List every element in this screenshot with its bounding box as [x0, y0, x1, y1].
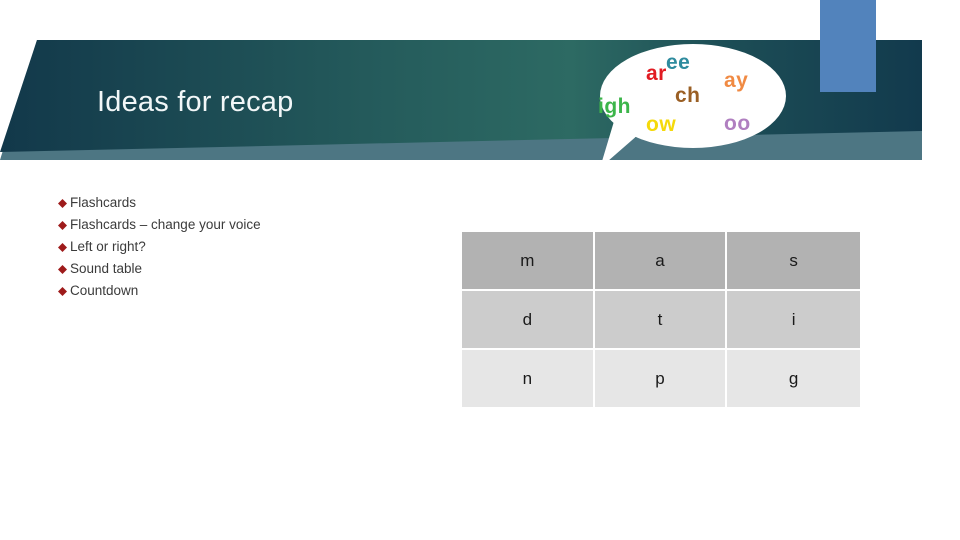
diamond-bullet-icon — [36, 258, 70, 274]
table-cell-d[interactable]: d — [462, 291, 595, 350]
list-item-label: Sound table — [70, 261, 143, 276]
table-cell-t[interactable]: t — [594, 291, 728, 350]
table-cell-a[interactable]: a — [594, 232, 728, 291]
bullet-list: Flashcards Flashcards – change your voice… — [36, 192, 436, 302]
sound-table-body: masdtinpg — [462, 232, 860, 407]
table-cell-i[interactable]: i — [727, 291, 860, 350]
diamond-bullet-icon — [36, 192, 70, 208]
table-row: mas — [462, 232, 860, 291]
page-title: Ideas for recap — [97, 86, 294, 118]
phonics-word-oo: oo — [724, 112, 751, 135]
phonics-word-ay: ay — [724, 69, 749, 92]
list-item: Left or right? — [36, 236, 436, 258]
phonics-word-ee: ee — [666, 51, 691, 74]
phonics-word-ch: ch — [675, 84, 701, 107]
accent-block — [820, 0, 876, 92]
list-item: Flashcards — [36, 192, 436, 214]
list-item-label: Left or right? — [70, 239, 146, 254]
diamond-bullet-icon — [36, 214, 70, 230]
diamond-bullet-icon — [36, 280, 70, 296]
list-item-label: Flashcards — [70, 195, 137, 210]
table-cell-s[interactable]: s — [727, 232, 860, 291]
table-cell-n[interactable]: n — [462, 350, 595, 407]
phonics-word-ow: ow — [646, 113, 677, 136]
list-item: Sound table — [36, 258, 436, 280]
slide-canvas: Ideas for recap ar ee ay igh ch ow oo Flashcar… — [0, 0, 960, 540]
table-row: npg — [462, 350, 860, 407]
phonics-word-ar: ar — [646, 62, 667, 85]
list-item: Countdown — [36, 280, 436, 302]
table-cell-m[interactable]: m — [462, 232, 595, 291]
sound-table: masdtinpg — [462, 232, 860, 407]
table-cell-p[interactable]: p — [594, 350, 728, 407]
list-item-label: Flashcards – change your voice — [70, 217, 261, 232]
diamond-bullet-icon — [36, 236, 70, 252]
phonics-word-igh: igh — [598, 95, 631, 118]
table-cell-g[interactable]: g — [727, 350, 860, 407]
list-item-label: Countdown — [70, 283, 139, 298]
table-row: dti — [462, 291, 860, 350]
list-item: Flashcards – change your voice — [36, 214, 436, 236]
